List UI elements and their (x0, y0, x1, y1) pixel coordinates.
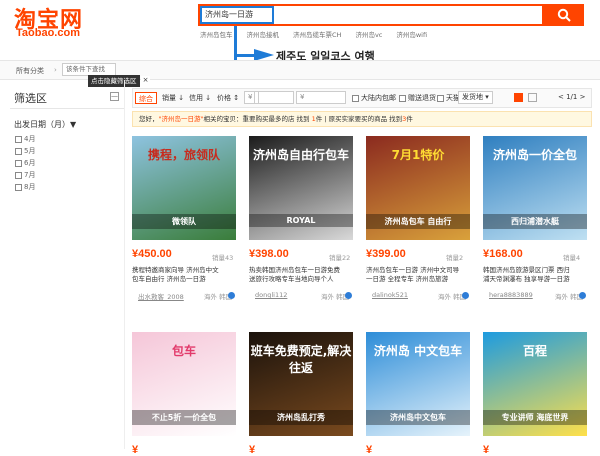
product-card[interactable]: 班车免费预定,解决往返济州岛乱打秀 ¥ (249, 332, 357, 456)
ship-location-button[interactable]: 发货地 ▾ (458, 91, 493, 104)
sidebar-divider (124, 80, 125, 449)
filter-checkbox[interactable]: 大陆内包邮 (352, 93, 396, 103)
image-title: 百程 (522, 344, 547, 358)
taobao-logo-en[interactable]: Taobao.com (16, 27, 80, 39)
image-subtitle: 济州岛中文包车 (366, 410, 470, 425)
product-price: ¥398.00 (249, 248, 289, 260)
image-title: 包车 (171, 344, 196, 358)
price-max-input[interactable]: ¥ (296, 91, 346, 104)
month-checkbox[interactable]: 5月 (15, 146, 35, 156)
departure-month-filter[interactable]: 出发日期（月）▼ (14, 119, 76, 130)
product-card[interactable]: 济州岛 中文包车 济州岛中文包车 ¥ (366, 332, 474, 456)
collapse-button[interactable]: — (110, 92, 119, 101)
product-title-line[interactable]: 热卖韩国济州岛包车一日游免费 (249, 266, 353, 275)
grid-view-icon[interactable] (514, 93, 523, 102)
sales-count: 销量43 (212, 254, 234, 262)
sort-sales-tab[interactable]: 销量 ↓ (159, 92, 187, 104)
image-title: 济州岛一价全包 (492, 148, 577, 162)
search-icon (557, 8, 571, 22)
product-card[interactable]: 携程，旅领队微领队 ¥450.00 销量43 携程特邀商家向导 济州岛中文 包车自由行 … (132, 136, 240, 306)
sales-count: 销量22 (329, 254, 351, 262)
pager[interactable]: < 1/1 > (558, 93, 585, 101)
month-checkbox[interactable]: 7月 (15, 170, 35, 180)
image-title: 班车免费预定,解决往返 (250, 344, 352, 375)
search-button[interactable] (544, 4, 584, 26)
product-price: ¥ (483, 444, 490, 456)
wangwang-icon[interactable] (345, 292, 352, 299)
shop-link[interactable]: dongli112 (255, 291, 287, 299)
tooltip-close-icon[interactable]: × (141, 76, 150, 85)
product-title-line[interactable]: 送旅行攻略专车当地向导个人 (249, 275, 353, 284)
wangwang-icon[interactable] (228, 292, 235, 299)
product-card[interactable]: 济州岛一价全包 西归浦潜水艇 ¥168.00 销量4 韩国济州岛旅游景区门票 西归 浦天帝… (483, 136, 591, 306)
product-price: ¥ (249, 444, 256, 456)
hotword-link[interactable]: 济州岛接机 (247, 29, 280, 39)
product-image[interactable]: 班车免费预定,解决往返济州岛乱打秀 (249, 332, 353, 436)
product-price: ¥168.00 (483, 248, 523, 260)
product-price: ¥ (366, 444, 373, 456)
wangwang-icon[interactable] (462, 292, 469, 299)
search-input[interactable]: 济州岛一日游 (200, 6, 274, 24)
sort-price-tab[interactable]: 价格 ↕ (214, 92, 242, 104)
product-image[interactable]: 济州岛一价全包 西归浦潜水艇 (483, 136, 587, 240)
product-title-line[interactable]: 携程特邀商家向导 济州岛中文 (132, 266, 236, 275)
shop-link[interactable]: dalinok521 (372, 291, 408, 299)
divider (10, 108, 124, 109)
image-subtitle: 济州岛乱打秀 (249, 410, 353, 425)
month-checkbox[interactable]: 6月 (15, 158, 35, 168)
month-checkbox[interactable]: 4月 (15, 134, 35, 144)
sidebar-title: 筛选区 (14, 92, 47, 105)
image-subtitle: 专业讲师 海底世界 (483, 410, 587, 425)
filter-checkbox[interactable]: 赠送退货 (399, 93, 436, 103)
price-min-input[interactable]: ¥ (244, 91, 294, 104)
tooltip: 点击隐藏筛选区 (88, 75, 140, 87)
hotword-link[interactable]: 济州岛wifi (396, 29, 427, 39)
product-card[interactable]: 7月1特价济州岛包车 自由行 ¥399.00 销量2 济州岛包车一日游 济州中文司导一… (366, 136, 474, 306)
product-price: ¥450.00 (132, 248, 172, 260)
image-title: 携程，旅领队 (147, 148, 220, 162)
image-title: 济州岛自由行包车 (252, 148, 349, 162)
separator-icon: › (54, 66, 57, 74)
hotword-link[interactable]: 济州岛vc (355, 29, 382, 39)
product-card[interactable]: 济州岛自由行包车 ROYAL ¥398.00 销量22 热卖韩国济州岛包车一日游免费 送旅… (249, 136, 357, 306)
product-price: ¥399.00 (366, 248, 406, 260)
sort-default-tab[interactable]: 综合 (135, 92, 157, 104)
sort-credit-tab[interactable]: 信用 ↓ (186, 92, 214, 104)
image-subtitle: 西归浦潜水艇 (483, 214, 587, 229)
image-subtitle: 济州岛包车 自由行 (366, 214, 470, 229)
hotword-link[interactable]: 济州岛缆车票CH (293, 29, 341, 39)
product-title-line[interactable]: 一日游 全程专车 济州岛旅游 (366, 275, 470, 284)
product-title-line[interactable]: 济州岛包车一日游 济州中文司导 (366, 266, 470, 275)
wangwang-icon[interactable] (579, 292, 586, 299)
shop-link[interactable]: 出水救客_2008 (138, 291, 184, 301)
image-subtitle: 微领队 (132, 214, 236, 229)
shop-link[interactable]: hera8883889 (489, 291, 533, 299)
list-view-icon[interactable] (528, 93, 537, 102)
search-notice: 您好，"济州岛一日游"相关的宝贝：重要购买最多的店 找到 1件 | 原买实家要买… (132, 111, 592, 127)
month-checkbox[interactable]: 8月 (15, 182, 35, 192)
product-price: ¥ (132, 444, 139, 456)
sales-count: 销量4 (563, 254, 581, 262)
product-image[interactable]: 济州岛 中文包车 济州岛中文包车 (366, 332, 470, 436)
product-card[interactable]: 百程专业讲师 海底世界 ¥ (483, 332, 591, 456)
hotword-link[interactable]: 济州岛包车 (200, 29, 233, 39)
image-subtitle: 不止5折 一价全包 (132, 410, 236, 425)
sales-count: 销量2 (446, 254, 464, 262)
product-title-line[interactable]: 韩国济州岛旅游景区门票 西归 (483, 266, 587, 275)
product-card[interactable]: 包车不止5折 一价全包 ¥ (132, 332, 240, 456)
filter-checkbox[interactable]: 天猫 (437, 93, 460, 103)
image-title: 济州岛 中文包车 (373, 344, 463, 358)
product-image[interactable]: 百程专业讲师 海底世界 (483, 332, 587, 436)
product-image[interactable]: 携程，旅领队微领队 (132, 136, 236, 240)
image-subtitle: ROYAL (249, 214, 353, 227)
product-title-line[interactable]: 包车自由行 济州岛一日游 (132, 275, 236, 284)
product-image[interactable]: 济州岛自由行包车 ROYAL (249, 136, 353, 240)
image-title: 7月1特价 (391, 148, 445, 162)
product-image[interactable]: 包车不止5折 一价全包 (132, 332, 236, 436)
product-title-line[interactable]: 浦天帝渊瀑布 独享导游一日游 (483, 275, 587, 284)
all-categories-link[interactable]: 所有分类 (16, 66, 44, 76)
product-image[interactable]: 7月1特价济州岛包车 自由行 (366, 136, 470, 240)
